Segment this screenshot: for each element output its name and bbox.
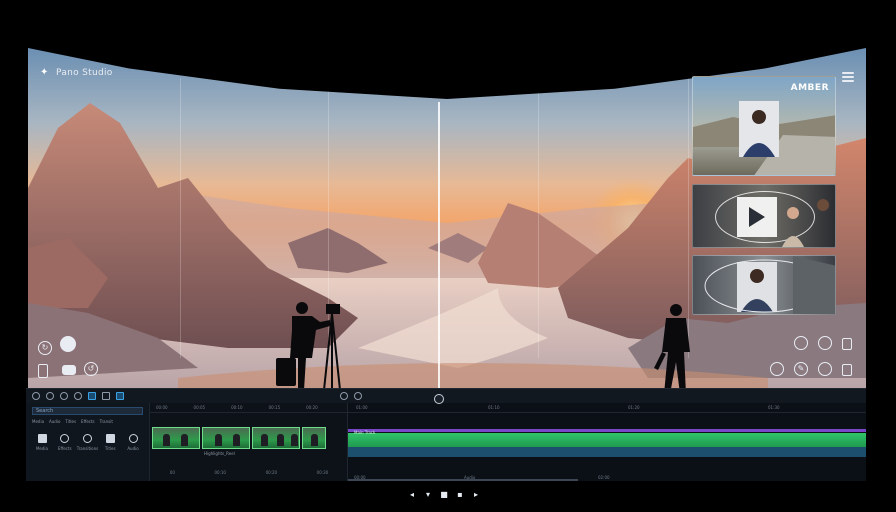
timeline-editor[interactable]: Search Media Audio Titles Effects Transi… <box>26 388 866 481</box>
trim-icon[interactable] <box>74 392 82 400</box>
save-icon[interactable]: ▪ <box>456 491 464 499</box>
sparkle-icon <box>60 434 70 443</box>
hamburger-icon[interactable] <box>842 72 854 82</box>
logo-icon: ✦ <box>40 67 49 78</box>
tab-media[interactable]: Media <box>32 419 44 424</box>
video-clip[interactable] <box>202 427 250 449</box>
video-clip[interactable] <box>302 427 326 449</box>
clip-footer: 00 00:10 00:20 00:30 <box>169 470 329 475</box>
tool-audio[interactable]: Audio <box>123 434 143 451</box>
tab-titles[interactable]: Titles <box>65 419 76 424</box>
target-icon[interactable] <box>818 362 832 376</box>
video-clip[interactable] <box>252 427 300 449</box>
layer-icon[interactable] <box>102 392 110 400</box>
preview-label: AMBER <box>790 83 829 93</box>
playhead-line[interactable] <box>438 102 440 398</box>
stop-icon[interactable]: ■ <box>440 491 448 499</box>
playhead-handle[interactable] <box>434 394 444 404</box>
video-track[interactable] <box>348 433 866 447</box>
audio-icon <box>128 434 138 443</box>
crop-icon[interactable] <box>88 392 96 400</box>
timeline-scrollbar[interactable] <box>348 479 578 481</box>
clip-label: Highlights_Reel <box>204 451 235 456</box>
tool-transitions[interactable]: Transitions <box>77 434 98 451</box>
panel-divider <box>180 78 181 358</box>
zoom-in-icon[interactable] <box>354 392 362 400</box>
editor-toolbar <box>26 389 866 403</box>
tab-effects[interactable]: Effects <box>81 419 95 424</box>
clip-strip: 00:00 00:05 00:10 00:15 00:20 Highlights… <box>150 403 348 481</box>
tool-titles[interactable]: Titles <box>100 434 120 451</box>
settings-icon[interactable] <box>794 336 808 350</box>
zoom-out-icon[interactable] <box>340 392 348 400</box>
app-title-text: Pano Studio <box>56 68 113 78</box>
tab-transit[interactable]: Transit <box>100 419 113 424</box>
record-icon[interactable] <box>770 362 784 376</box>
marker-icon[interactable]: ▾ <box>424 491 432 499</box>
media-tabs: Media Audio Titles Effects Transit <box>26 415 149 424</box>
split-icon[interactable] <box>60 392 68 400</box>
tab-audio[interactable]: Audio <box>49 419 60 424</box>
folder-icon <box>37 434 47 443</box>
tool-row: Media Effects Transitions Titles Audio <box>26 424 149 451</box>
preview-people <box>782 199 829 247</box>
export-icon[interactable] <box>116 392 124 400</box>
video-clip[interactable] <box>152 427 200 449</box>
rotate-icon[interactable]: ↻ <box>38 341 52 355</box>
preview-thumbnail-3[interactable] <box>692 255 836 315</box>
presenter-silhouette <box>654 304 690 394</box>
text-icon <box>105 434 115 443</box>
file-icon[interactable] <box>842 338 852 350</box>
lock-icon[interactable] <box>818 336 832 350</box>
undo-icon[interactable] <box>32 392 40 400</box>
preview-thumbnail-2[interactable] <box>692 184 836 248</box>
preview-thumbnail-1[interactable]: AMBER <box>692 76 836 176</box>
cameraman-silhouette <box>276 302 341 391</box>
edit-icon[interactable]: ✎ <box>794 362 808 376</box>
app-title: ✦ Pano Studio <box>40 67 113 79</box>
clip-ruler: 00:00 00:05 00:10 00:15 00:20 <box>150 403 347 413</box>
overlay-track[interactable] <box>348 447 866 457</box>
tool-effects[interactable]: Effects <box>55 434 75 451</box>
timeline-tracks[interactable]: 01:00 01:10 01:20 01:30 Main Track 00:00… <box>348 403 866 481</box>
transport-controls: ◂ ▾ ■ ▪ ▸ <box>408 490 480 500</box>
document-icon[interactable] <box>842 364 852 376</box>
tool-media[interactable]: Media <box>32 434 52 451</box>
rewind-icon[interactable]: ◂ <box>408 491 416 499</box>
audio-track[interactable] <box>348 429 866 432</box>
media-panel: Search Media Audio Titles Effects Transi… <box>26 403 150 481</box>
phone-icon[interactable] <box>38 364 48 378</box>
camera-icon[interactable] <box>60 336 76 352</box>
timeline-ruler[interactable]: 01:00 01:10 01:20 01:30 <box>348 403 866 413</box>
preview-scene <box>704 256 835 314</box>
search-input[interactable]: Search <box>32 407 143 415</box>
circle-icon <box>83 434 92 443</box>
clip-list <box>152 427 326 449</box>
redo-icon[interactable] <box>46 392 54 400</box>
panel-divider <box>538 78 539 358</box>
track-tag: Main Track <box>354 430 376 435</box>
refresh-icon[interactable]: ↺ <box>84 362 98 376</box>
video-icon[interactable] <box>62 365 76 375</box>
forward-icon[interactable]: ▸ <box>472 491 480 499</box>
